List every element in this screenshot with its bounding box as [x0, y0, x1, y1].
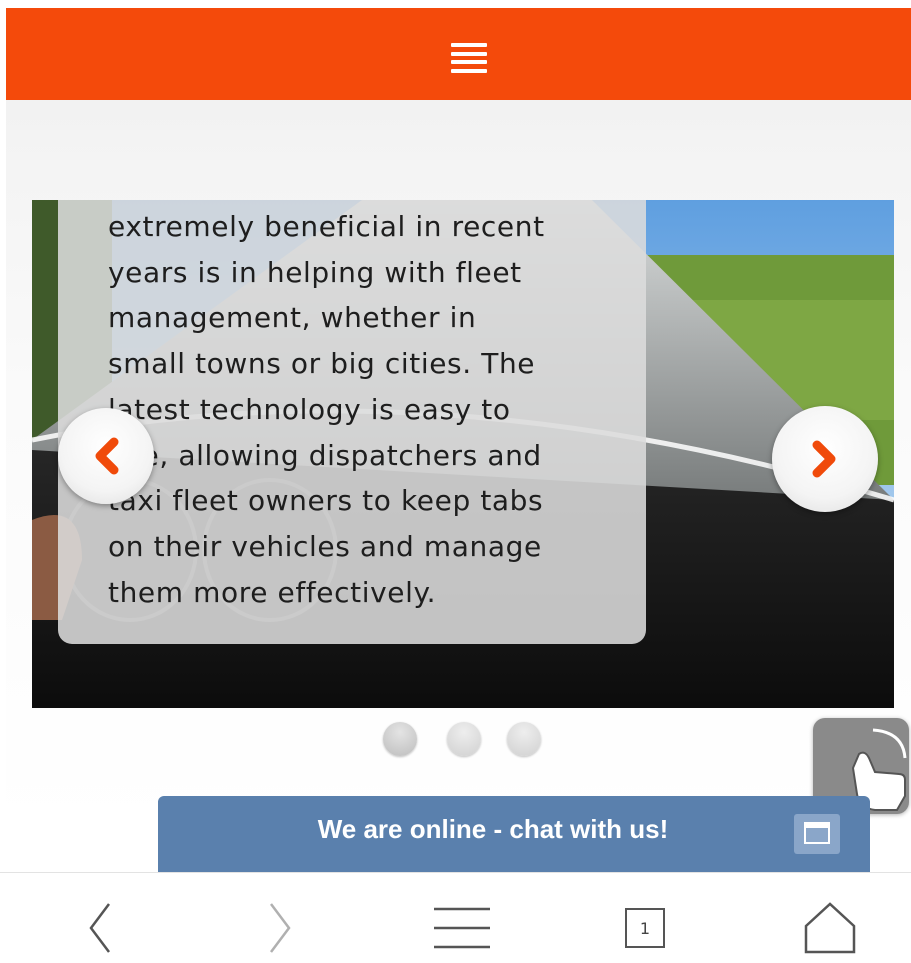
- slider-dot-2[interactable]: [447, 722, 481, 756]
- slider-next-button[interactable]: [772, 406, 878, 512]
- caption-line: on their vehicles and manage: [108, 529, 542, 563]
- tab-count-badge: 1: [625, 908, 665, 948]
- menu-icon: [434, 907, 490, 949]
- caption-line: taxi fleet owners to keep tabs: [108, 484, 544, 518]
- slider-pagination: [383, 722, 553, 762]
- top-header-bar: [6, 8, 911, 100]
- window-icon[interactable]: [794, 814, 840, 854]
- caption-line: them more effectively.: [108, 575, 437, 609]
- caption-line: use, allowing dispatchers and: [108, 438, 542, 472]
- slide-caption-text: extremely beneficial in recent years is …: [108, 204, 628, 615]
- caption-line: small towns or big cities. The: [108, 347, 536, 381]
- browser-bottom-nav: 1: [0, 872, 911, 963]
- chevron-right-icon: [812, 440, 836, 478]
- caption-line: management, whether in: [108, 301, 477, 335]
- back-icon: [89, 903, 110, 953]
- image-slider: extremely beneficial in recent years is …: [32, 200, 894, 708]
- slide-caption-box: extremely beneficial in recent years is …: [58, 200, 646, 644]
- live-chat-bar[interactable]: We are online - chat with us!: [158, 796, 870, 872]
- browser-back-button[interactable]: [70, 903, 130, 953]
- slider-prev-button[interactable]: [58, 408, 154, 504]
- browser-forward-button[interactable]: [250, 903, 310, 953]
- chevron-left-icon: [95, 437, 119, 475]
- browser-menu-button[interactable]: [432, 903, 492, 953]
- caption-line: extremely beneficial in recent: [108, 210, 545, 243]
- caption-line: latest technology is easy to: [108, 392, 511, 426]
- chat-label[interactable]: We are online - chat with us!: [158, 814, 818, 845]
- slider-dot-3[interactable]: [507, 722, 541, 756]
- slider-dot-1[interactable]: [383, 722, 417, 756]
- caption-line: years is in helping with fleet: [108, 255, 522, 289]
- browser-home-button[interactable]: [800, 902, 860, 954]
- hamburger-menu-icon[interactable]: [451, 43, 487, 73]
- home-icon: [804, 902, 856, 954]
- forward-icon: [270, 903, 291, 953]
- browser-tabs-button[interactable]: 1: [615, 903, 675, 953]
